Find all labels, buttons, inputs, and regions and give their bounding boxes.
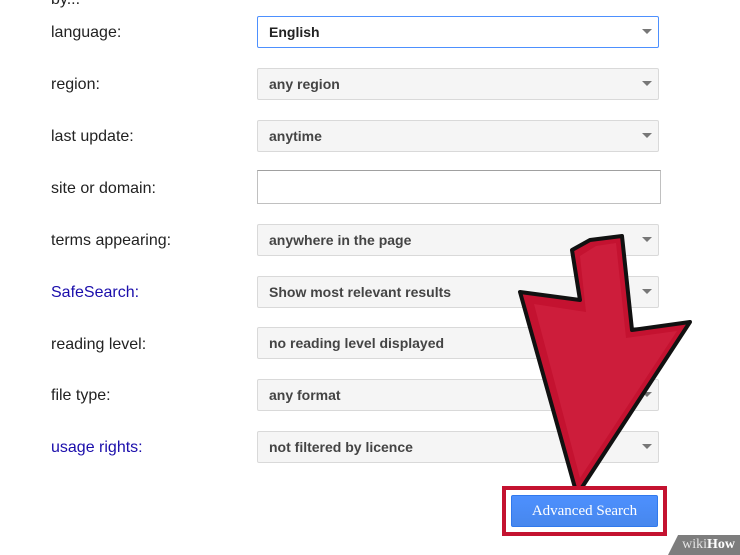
wikihow-watermark: wikiHow [668,535,740,555]
watermark-wiki: wiki [682,537,707,552]
search-button-highlight: Advanced Search [502,486,667,536]
advanced-search-button[interactable]: Advanced Search [511,495,658,527]
red-arrow-icon [518,234,692,497]
watermark-how: How [707,537,735,552]
